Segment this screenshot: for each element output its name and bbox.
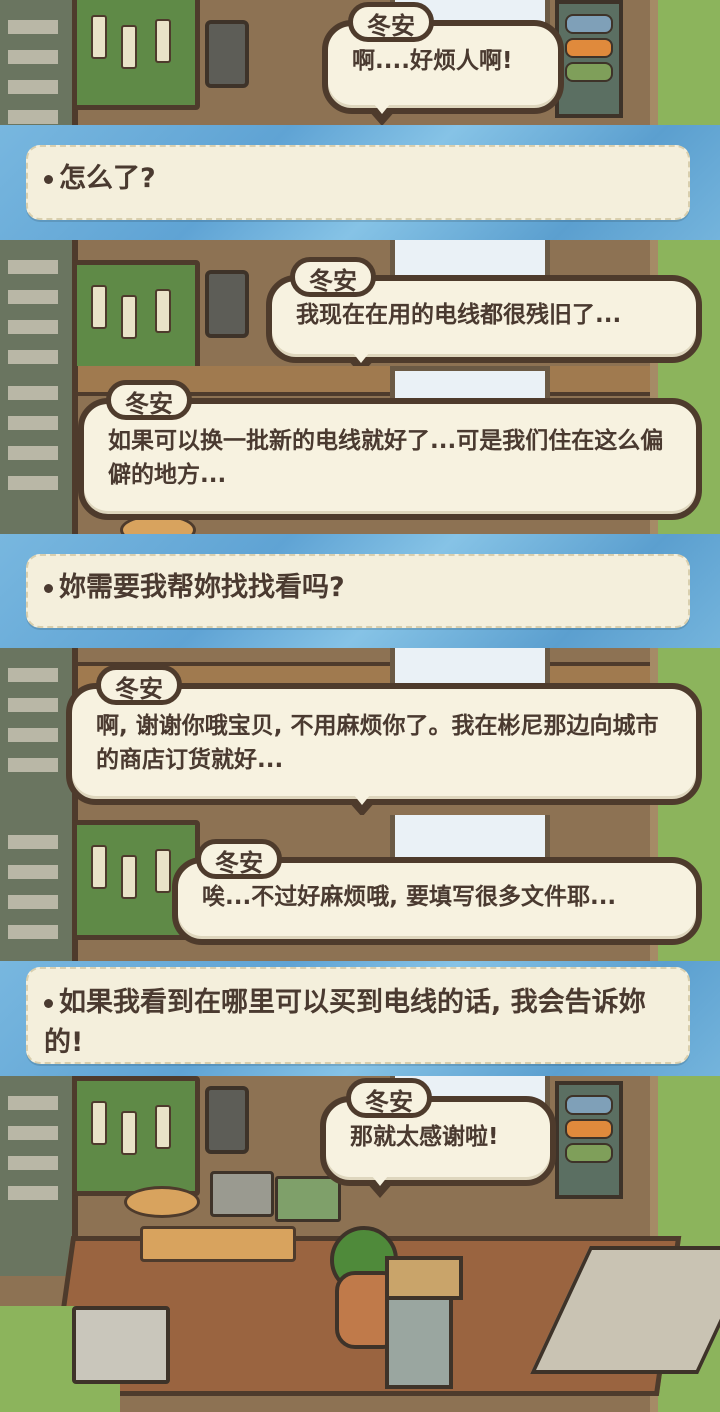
npc-speech-bubble[interactable]: 冬安 啊, 谢谢你哦宝贝, 不用麻烦你了。我在彬尼那边向城市的商店订货就好... xyxy=(66,665,702,815)
dialogue-text: 那就太感谢啦! xyxy=(350,1124,499,1150)
bubble-tail xyxy=(368,104,396,125)
tool-pegboard xyxy=(72,1076,200,1196)
cabin-left-wall xyxy=(0,1076,78,1276)
bubble-tail xyxy=(366,1176,394,1198)
speaker-name-tag: 冬安 xyxy=(96,665,182,705)
npc-speech-bubble[interactable]: 冬安 我现在在用的电线都很残旧了... xyxy=(266,257,702,366)
player-choice-panel-3: 如果我看到在哪里可以买到电线的话, 我会告诉妳的! xyxy=(0,961,720,1076)
player-choice-panel-1: 怎么了? xyxy=(0,125,720,240)
speaker-name-tag: 冬安 xyxy=(348,2,434,42)
cash-register xyxy=(210,1171,274,1217)
dialogue-text: 如果可以换一批新的电线就好了...可是我们住在这么偏僻的地方... xyxy=(108,428,664,488)
speaker-name-tag: 冬安 xyxy=(106,380,192,420)
speaker-name-tag: 冬安 xyxy=(290,257,376,297)
lantern xyxy=(205,20,249,88)
npc-speech-bubble[interactable]: 冬安 啊....好烦人啊! xyxy=(322,2,564,125)
choice-text: 妳需要我帮妳找找看吗? xyxy=(59,572,345,603)
dialogue-text: 唉...不过好麻烦哦, 要填写很多文件耶... xyxy=(202,884,617,910)
dialogue-text: 啊....好烦人啊! xyxy=(352,48,513,74)
generator-box xyxy=(72,1306,170,1384)
tool-pegboard xyxy=(72,260,200,366)
dialogue-panel-6: 冬安 那就太感谢啦! xyxy=(0,1076,720,1412)
player-choice-box[interactable]: 妳需要我帮妳找找看吗? xyxy=(26,554,690,628)
cabin-left-wall xyxy=(0,366,78,534)
npc-speech-bubble[interactable]: 冬安 那就太感谢啦! xyxy=(320,1078,556,1198)
player-choice-panel-2: 妳需要我帮妳找找看吗? xyxy=(0,534,720,648)
wire-shelf xyxy=(555,0,623,118)
dialogue-panel-1: 冬安 啊....好烦人啊! xyxy=(0,0,720,125)
outside-grass xyxy=(650,0,720,125)
player-choice-box[interactable]: 怎么了? xyxy=(26,145,690,220)
lantern xyxy=(205,1086,249,1154)
player-choice-box[interactable]: 如果我看到在哪里可以买到电线的话, 我会告诉妳的! xyxy=(26,967,690,1064)
dialogue-panel-3: 冬安 如果可以换一批新的电线就好了...可是我们住在这么偏僻的地方... xyxy=(0,366,720,534)
speaker-name-tag: 冬安 xyxy=(346,1078,432,1118)
npc-speech-bubble[interactable]: 冬安 唉...不过好麻烦哦, 要填写很多文件耶... xyxy=(172,839,702,945)
lantern xyxy=(205,270,249,338)
dialogue-text: 我现在在用的电线都很残旧了... xyxy=(296,302,622,328)
dialogue-panel-4: 冬安 啊, 谢谢你哦宝贝, 不用麻烦你了。我在彬尼那边向城市的商店订货就好... xyxy=(0,648,720,815)
tool-pegboard xyxy=(72,0,200,110)
crate xyxy=(385,1256,463,1300)
book-stack xyxy=(275,1176,341,1222)
npc-speech-bubble[interactable]: 冬安 如果可以换一批新的电线就好了...可是我们住在这么偏僻的地方... xyxy=(78,380,702,520)
bubble-tail xyxy=(348,795,376,815)
speaker-name-tag: 冬安 xyxy=(196,839,282,879)
cabin-left-wall xyxy=(0,0,78,125)
cabin-left-wall xyxy=(0,240,78,366)
dialogue-text: 啊, 谢谢你哦宝贝, 不用麻烦你了。我在彬尼那边向城市的商店订货就好... xyxy=(96,713,659,773)
cabin-left-wall xyxy=(0,815,78,961)
choice-text: 怎么了? xyxy=(59,163,156,194)
bubble-tail xyxy=(347,353,375,366)
pedestal xyxy=(385,1296,453,1389)
dialogue-panel-2: 冬安 我现在在用的电线都很残旧了... xyxy=(0,240,720,366)
choice-bullet-icon xyxy=(44,999,53,1008)
choice-text: 如果我看到在哪里可以买到电线的话, 我会告诉妳的! xyxy=(44,987,646,1058)
choice-bullet-icon xyxy=(44,584,53,593)
dialogue-panel-5: 冬安 唉...不过好麻烦哦, 要填写很多文件耶... xyxy=(0,815,720,961)
work-table xyxy=(140,1226,296,1262)
stool xyxy=(124,1186,200,1218)
wire-shelf xyxy=(555,1081,623,1199)
choice-bullet-icon xyxy=(44,175,53,184)
